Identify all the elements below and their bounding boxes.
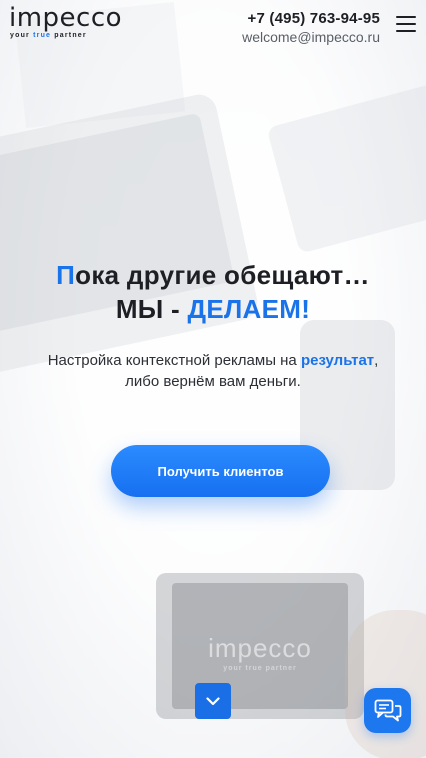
scroll-down-button[interactable] (195, 683, 231, 719)
logo[interactable]: impecco your true partner (9, 3, 123, 42)
page: impecco your true partner impecco your t… (0, 0, 426, 758)
hero-headline: Пока другие обещают… МЫ - ДЕЛАЕМ! (56, 260, 370, 324)
background-keyboard (266, 76, 426, 254)
hamburger-icon[interactable] (396, 16, 416, 33)
tablet-logo: impecco (208, 633, 312, 663)
header-contacts: +7 (495) 763-94-95 welcome@impecco.ru (242, 9, 380, 46)
email-link[interactable]: welcome@impecco.ru (242, 28, 380, 46)
background-hand (345, 610, 426, 758)
logo-tagline: your true partner (10, 32, 87, 39)
chevron-down-icon (206, 696, 220, 705)
background-tablet: impecco your true partner (156, 573, 364, 719)
site-header: impecco your true partner +7 (495) 763-9… (0, 0, 426, 50)
chat-bubbles-icon (374, 699, 401, 721)
chat-button[interactable] (364, 688, 411, 733)
hero-section: Пока другие обещают… МЫ - ДЕЛАЕМ! Настро… (0, 258, 426, 392)
logo-wordmark: impecco (9, 3, 123, 33)
hero-subtitle: Настройка контекстной рекламы на результ… (47, 352, 379, 390)
phone-link[interactable]: +7 (495) 763-94-95 (242, 9, 380, 28)
get-clients-button[interactable]: Получить клиентов (111, 445, 330, 497)
tablet-tagline: your true partner (223, 665, 297, 672)
